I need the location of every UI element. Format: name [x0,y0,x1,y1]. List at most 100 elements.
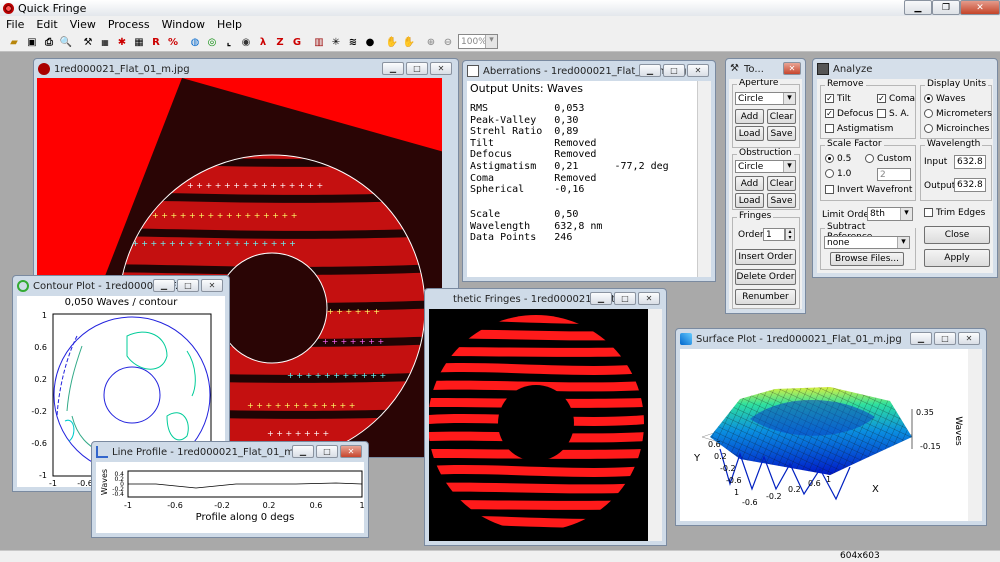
z-icon[interactable]: Z [272,34,288,50]
contour-ytick: -0.2 [31,407,47,416]
app-close-button[interactable]: ✕ [960,0,1000,15]
aperture-save-button[interactable]: Save [767,126,796,141]
synthetic-fringe-stripe [429,363,644,375]
save-icon[interactable]: ▣ [24,34,40,50]
close-button[interactable]: ✕ [638,292,660,305]
g-icon[interactable]: G [289,34,305,50]
close-button[interactable]: ✕ [340,445,362,458]
zoom-out-icon[interactable]: ⊖ [440,34,456,50]
maximize-button[interactable]: □ [177,279,199,292]
menu-window[interactable]: Window [156,18,211,31]
globe-icon[interactable]: ◍ [187,34,203,50]
minimize-button[interactable]: ▁ [153,279,175,292]
units-waves-radio[interactable]: Waves [924,94,965,104]
app-maximize-button[interactable]: ❐ [932,0,960,15]
ronchi-icon[interactable]: ▥ [311,34,327,50]
units-micrometers-radio[interactable]: Micrometers [924,109,992,119]
maximize-button[interactable]: □ [934,332,956,345]
wavelength-input-field[interactable]: 632.8 [954,155,986,169]
maximize-button[interactable]: □ [663,64,685,77]
hand2-icon[interactable]: ✋ [401,34,417,50]
scale-10-radio[interactable]: 1.0 [825,169,851,179]
open-folder-icon[interactable]: ▰ [6,34,22,50]
close-button[interactable]: ✕ [687,64,709,77]
wavelength-output-field[interactable]: 632.8 [954,178,986,192]
obstruction-add-button[interactable]: Add [735,176,764,191]
defocus-checkbox[interactable]: ✓ Defocus [825,109,873,119]
lambda-icon[interactable]: λ [255,34,271,50]
minimize-button[interactable]: ▁ [292,445,314,458]
browse-files-button[interactable]: Browse Files... [830,252,904,266]
print-preview-icon[interactable]: 🔍 [58,34,74,50]
scale-custom-radio[interactable]: Custom [865,154,911,164]
aperture-load-button[interactable]: Load [735,126,764,141]
zoom-in-icon[interactable]: ⊕ [423,34,439,50]
close-button[interactable]: Close [924,226,990,244]
maximize-button[interactable]: □ [614,292,636,305]
grid-icon[interactable]: ▦ [131,34,147,50]
close-button[interactable]: ✕ [201,279,223,292]
minimize-button[interactable]: ▁ [910,332,932,345]
hand-icon[interactable]: ✋ [384,34,400,50]
limit-order-select[interactable]: 8th [867,207,913,221]
scale-05-radio[interactable]: 0.5 [825,154,851,164]
svg-text:+ + + + + + + + + + + + + + +: + + + + + + + + + + + + + + + + [152,211,297,220]
insert-order-button[interactable]: Insert Order [735,249,796,265]
menu-view[interactable]: View [64,18,102,31]
trim-edges-checkbox[interactable]: Trim Edges [924,208,985,218]
obstruction-load-button[interactable]: Load [735,193,764,208]
zoom-select[interactable]: 100% [458,34,498,49]
analyze-titlebar[interactable]: Analyze [813,59,997,79]
analyze-icon[interactable]: ▦ [97,34,113,50]
apply-button[interactable]: Apply [924,249,990,267]
maximize-button[interactable]: □ [316,445,338,458]
contour-icon[interactable]: ◎ [204,34,220,50]
menu-help[interactable]: Help [211,18,248,31]
obstruction-clear-button[interactable]: Clear [767,176,796,191]
invert-wavefront-checkbox[interactable]: Invert Wavefront [825,185,912,195]
r-icon[interactable]: R [148,34,164,50]
astigmatism-checkbox[interactable]: Astigmatism [825,124,893,134]
delete-order-button[interactable]: Delete Order [735,269,796,285]
star-test-icon[interactable]: ✳ [328,34,344,50]
units-microinches-radio[interactable]: Microinches [924,124,989,134]
minimize-button[interactable]: ▁ [382,62,404,75]
wifi-icon[interactable]: ≋ [345,34,361,50]
close-button[interactable]: ✕ [958,332,980,345]
order-spinner[interactable]: ▴ ▾ [785,228,795,241]
menu-file[interactable]: File [0,18,30,31]
profile-icon[interactable]: ⌞ [221,34,237,50]
subtract-reference-select[interactable]: none [824,236,910,249]
aperture-shape-select[interactable]: Circle [735,92,796,105]
aperture-add-button[interactable]: Add [735,109,764,124]
synthetic-scrollbar[interactable] [648,309,662,541]
aberrations-text[interactable]: Output Units: Waves RMS 0,053 Peak-Valle… [467,81,697,277]
fringe-ball-icon[interactable]: ● [362,34,378,50]
close-button[interactable]: ✕ [430,62,452,75]
obstruction-shape-select[interactable]: Circle [735,160,796,173]
menu-edit[interactable]: Edit [30,18,63,31]
obstruction-save-button[interactable]: Save [767,193,796,208]
tools-icon[interactable]: ⚒ [80,34,96,50]
sa-checkbox[interactable]: S. A. [877,109,909,119]
close-button[interactable]: ✕ [783,62,801,75]
synthetic-fringes-canvas[interactable] [429,309,648,541]
order-input[interactable]: 1 [763,228,785,241]
fringe-points-icon[interactable]: ✱ [114,34,130,50]
wavelength-input-label: Input [924,157,948,167]
percent-icon[interactable]: % [165,34,181,50]
maximize-button[interactable]: □ [406,62,428,75]
menu-process[interactable]: Process [102,18,156,31]
app-minimize-button[interactable]: ▁ [904,0,932,15]
custom-scale-input[interactable]: 2 [877,168,911,181]
print-icon[interactable]: ⎙ [41,34,57,50]
aberrations-scrollbar[interactable] [697,81,711,277]
aperture-clear-button[interactable]: Clear [767,109,796,124]
tilt-checkbox[interactable]: ✓ Tilt [825,94,851,104]
fringes-icon[interactable]: ◉ [238,34,254,50]
surface-scrollbar[interactable] [968,349,982,521]
minimize-button[interactable]: ▁ [590,292,612,305]
coma-checkbox[interactable]: ✓ Coma [877,94,915,104]
minimize-button[interactable]: ▁ [639,64,661,77]
renumber-button[interactable]: Renumber [735,289,796,305]
